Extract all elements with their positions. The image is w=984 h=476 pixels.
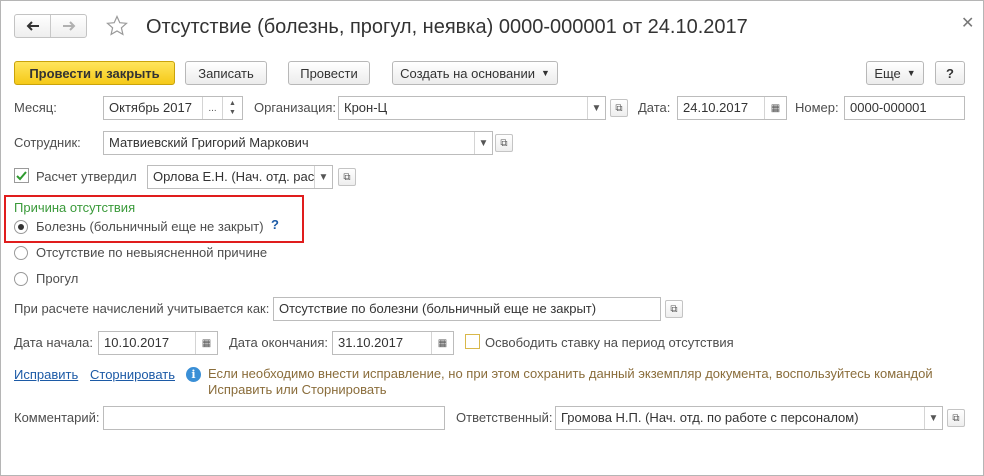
employee-open-button[interactable]: ⧉ bbox=[495, 134, 513, 152]
start-date-label: Дата начала: bbox=[14, 335, 93, 350]
reason-option-truancy[interactable]: Прогул bbox=[36, 271, 78, 287]
org-value: Крон-Ц bbox=[344, 100, 388, 115]
number-value: 0000-000001 bbox=[850, 100, 927, 115]
calendar-icon[interactable]: ▦ bbox=[195, 332, 217, 354]
end-date-value: 31.10.2017 bbox=[338, 335, 404, 350]
create-based-on-label: Создать на основании bbox=[400, 65, 535, 81]
help-button[interactable]: ? bbox=[935, 61, 965, 85]
document-window: Отсутствие (болезнь, прогул, неявка) 000… bbox=[0, 0, 984, 476]
release-rate-checkbox[interactable] bbox=[465, 334, 480, 349]
accrual-field: Отсутствие по болезни (больничный еще не… bbox=[273, 297, 661, 321]
date-label: Дата: bbox=[638, 100, 671, 115]
comment-value bbox=[104, 407, 444, 429]
open-icon: ⧉ bbox=[343, 171, 351, 183]
calendar-icon[interactable]: ▦ bbox=[431, 332, 453, 354]
number-field[interactable]: 0000-000001 bbox=[844, 96, 965, 120]
employee-field[interactable]: Матвиевский Григорий Маркович ▼ bbox=[103, 131, 493, 155]
nav-group bbox=[14, 14, 87, 38]
approved-value: Орлова Е.Н. (Нач. отд. рас bbox=[153, 169, 314, 184]
checkmark-icon bbox=[16, 171, 27, 181]
accrual-value: Отсутствие по болезни (больничный еще не… bbox=[279, 301, 597, 316]
info-icon: i bbox=[186, 367, 201, 382]
end-date-label: Дата окончания: bbox=[229, 335, 328, 350]
reason-radio-illness[interactable] bbox=[14, 220, 28, 234]
dropdown-arrow-icon[interactable]: ▼ bbox=[314, 166, 332, 188]
more-button[interactable]: Еще ▼ bbox=[866, 61, 924, 85]
open-icon: ⧉ bbox=[670, 303, 678, 315]
dropdown-arrow-icon[interactable]: ▼ bbox=[924, 407, 942, 429]
reason-group-title: Причина отсутствия bbox=[14, 200, 136, 215]
arrow-right-icon bbox=[62, 21, 75, 31]
calendar-icon[interactable]: ▦ bbox=[764, 97, 786, 119]
end-date-field[interactable]: 31.10.2017 ▦ bbox=[332, 331, 454, 355]
reason-radio-unknown[interactable] bbox=[14, 246, 28, 260]
info-text-line2: Исправить или Сторнировать bbox=[208, 382, 387, 397]
dropdown-arrow-icon[interactable]: ▼ bbox=[474, 132, 492, 154]
month-label: Месяц: bbox=[14, 100, 57, 115]
reason-option-illness[interactable]: Болезнь (больничный еще не закрыт) bbox=[36, 219, 264, 235]
reason-option-unknown[interactable]: Отсутствие по невыясненной причине bbox=[36, 245, 267, 261]
accrual-label: При расчете начислений учитывается как: bbox=[14, 301, 270, 316]
window-title: Отсутствие (болезнь, прогул, неявка) 000… bbox=[146, 16, 748, 38]
employee-label: Сотрудник: bbox=[14, 135, 81, 150]
number-label: Номер: bbox=[795, 100, 839, 115]
comment-field[interactable] bbox=[103, 406, 445, 430]
month-value: Октябрь 2017 bbox=[109, 100, 192, 115]
org-label: Организация: bbox=[254, 100, 337, 115]
save-button[interactable]: Записать bbox=[185, 61, 267, 85]
open-icon: ⧉ bbox=[952, 412, 960, 424]
post-and-close-button[interactable]: Провести и закрыть bbox=[14, 61, 175, 85]
open-icon: ⧉ bbox=[615, 102, 623, 114]
open-icon: ⧉ bbox=[500, 137, 508, 149]
info-text-line1: Если необходимо внести исправление, но п… bbox=[208, 366, 933, 381]
responsible-field[interactable]: Громова Н.П. (Нач. отд. по работе с перс… bbox=[555, 406, 943, 430]
approved-field[interactable]: Орлова Е.Н. (Нач. отд. рас ▼ bbox=[147, 165, 333, 189]
arrow-left-icon bbox=[26, 21, 39, 31]
approved-checkbox[interactable] bbox=[14, 168, 29, 183]
reason-hint[interactable]: ? bbox=[271, 217, 279, 233]
back-button[interactable] bbox=[15, 15, 51, 37]
release-rate-label: Освободить ставку на период отсутствия bbox=[485, 335, 734, 350]
reverse-link[interactable]: Сторнировать bbox=[90, 367, 175, 383]
responsible-value: Громова Н.П. (Нач. отд. по работе с перс… bbox=[561, 410, 859, 425]
reason-radio-truancy[interactable] bbox=[14, 272, 28, 286]
org-open-button[interactable]: ⧉ bbox=[610, 99, 628, 117]
start-date-field[interactable]: 10.10.2017 ▦ bbox=[98, 331, 218, 355]
date-field[interactable]: 24.10.2017 ▦ bbox=[677, 96, 787, 120]
responsible-label: Ответственный: bbox=[456, 410, 553, 425]
fix-link[interactable]: Исправить bbox=[14, 367, 78, 383]
create-based-on-button[interactable]: Создать на основании ▼ bbox=[392, 61, 558, 85]
dropdown-arrow-icon[interactable]: ▼ bbox=[587, 97, 605, 119]
comment-label: Комментарий: bbox=[14, 410, 100, 425]
forward-button[interactable] bbox=[51, 15, 86, 37]
dropdown-arrow-icon: ▼ bbox=[906, 68, 916, 78]
star-favorite-icon[interactable] bbox=[106, 15, 128, 37]
more-label: Еще bbox=[874, 65, 901, 81]
responsible-open-button[interactable]: ⧉ bbox=[947, 409, 965, 427]
org-field[interactable]: Крон-Ц ▼ bbox=[338, 96, 606, 120]
employee-value: Матвиевский Григорий Маркович bbox=[109, 135, 309, 150]
dropdown-arrow-icon: ▼ bbox=[540, 68, 550, 78]
approved-label: Расчет утвердил bbox=[36, 169, 137, 184]
month-field[interactable]: Октябрь 2017 ... ▲ ▼ bbox=[103, 96, 243, 120]
month-spin-button[interactable]: ▲ ▼ bbox=[222, 97, 242, 119]
start-date-value: 10.10.2017 bbox=[104, 335, 170, 350]
date-value: 24.10.2017 bbox=[683, 100, 749, 115]
close-icon[interactable]: ✕ bbox=[961, 13, 974, 33]
accrual-open-button[interactable]: ⧉ bbox=[665, 300, 683, 318]
post-button[interactable]: Провести bbox=[288, 61, 370, 85]
month-select-button[interactable]: ... bbox=[202, 97, 222, 119]
approved-open-button[interactable]: ⧉ bbox=[338, 168, 356, 186]
